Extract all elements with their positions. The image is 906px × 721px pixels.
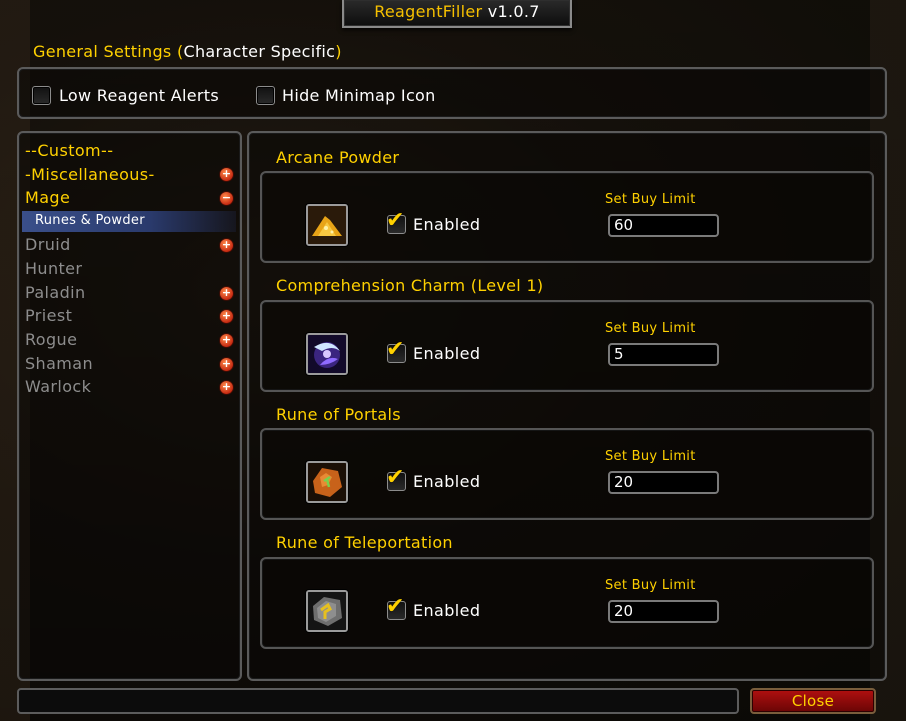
hide-minimap-icon-label: Hide Minimap Icon <box>282 86 436 105</box>
reagent-group-rune-of-teleportation: ✔ Enabled Set Buy Limit 20 <box>260 557 874 649</box>
arcane-powder-enabled-checkbox[interactable]: ✔ <box>386 210 406 234</box>
low-reagent-alerts-checkbox[interactable] <box>32 86 51 105</box>
reagent-title-arcane-powder: Arcane Powder <box>276 148 400 167</box>
low-reagent-alerts-label: Low Reagent Alerts <box>59 86 219 105</box>
close-button[interactable]: Close <box>750 688 876 714</box>
tree-item-shaman[interactable]: Shaman <box>25 354 93 373</box>
tree-item-hunter[interactable]: Hunter <box>25 259 82 278</box>
reagent-title-rune-of-portals: Rune of Portals <box>276 405 401 424</box>
rune-of-teleportation-enabled-checkbox[interactable]: ✔ <box>386 596 406 620</box>
status-bar <box>17 688 739 714</box>
checkmark-icon: ✔ <box>386 594 405 619</box>
arcane-powder-limit-label: Set Buy Limit <box>605 192 696 207</box>
tree-item-runes-powder[interactable]: Runes & Powder <box>35 213 145 228</box>
comprehension-charm-limit-label: Set Buy Limit <box>605 321 696 336</box>
reagent-group-rune-of-portals: ✔ Enabled Set Buy Limit 20 <box>260 428 874 520</box>
rune-of-portals-enabled-label: Enabled <box>413 472 481 491</box>
comprehension-charm-limit-input[interactable]: 5 <box>608 343 719 366</box>
tree-item-druid[interactable]: Druid <box>25 235 71 254</box>
rune-of-portals-enabled-checkbox[interactable]: ✔ <box>386 467 406 491</box>
checkmark-icon: ✔ <box>386 337 405 362</box>
tree-item-miscellaneous[interactable]: -Miscellaneous- <box>25 165 155 184</box>
rune-of-portals-icon <box>306 461 348 503</box>
rune-of-teleportation-limit-label: Set Buy Limit <box>605 578 696 593</box>
comprehension-charm-icon <box>306 333 348 375</box>
reagent-group-arcane-powder: ✔ Enabled Set Buy Limit 60 <box>260 171 874 263</box>
comprehension-charm-enabled-checkbox[interactable]: ✔ <box>386 339 406 363</box>
expand-shaman-icon[interactable]: + <box>219 357 234 372</box>
collapse-mage-icon[interactable]: − <box>219 191 234 206</box>
hide-minimap-icon-checkbox[interactable] <box>256 86 275 105</box>
addon-name: ReagentFiller <box>374 2 483 21</box>
expand-priest-icon[interactable]: + <box>219 309 234 324</box>
tree-item-warlock[interactable]: Warlock <box>25 377 91 396</box>
expand-warlock-icon[interactable]: + <box>219 380 234 395</box>
rune-of-teleportation-enabled-label: Enabled <box>413 601 481 620</box>
window-title[interactable]: ReagentFiller v1.0.7 <box>342 0 572 28</box>
reagent-title-rune-of-teleportation: Rune of Teleportation <box>276 533 453 552</box>
checkmark-icon: ✔ <box>386 465 405 490</box>
checkmark-icon: ✔ <box>386 208 405 233</box>
expand-miscellaneous-icon[interactable]: + <box>219 167 234 182</box>
rune-of-teleportation-icon <box>306 590 348 632</box>
general-settings-title: General Settings (Character Specific) <box>33 42 342 61</box>
expand-druid-icon[interactable]: + <box>219 238 234 253</box>
reagent-title-comprehension-charm: Comprehension Charm (Level 1) <box>276 276 544 295</box>
reagent-group-comprehension-charm: ✔ Enabled Set Buy Limit 5 <box>260 300 874 392</box>
addon-version: v1.0.7 <box>487 2 540 21</box>
comprehension-charm-enabled-label: Enabled <box>413 344 481 363</box>
rune-of-teleportation-limit-input[interactable]: 20 <box>608 600 719 623</box>
tree-item-custom[interactable]: --Custom-- <box>25 141 113 160</box>
expand-paladin-icon[interactable]: + <box>219 286 234 301</box>
tree-item-mage[interactable]: Mage <box>25 188 70 207</box>
tree-item-rogue[interactable]: Rogue <box>25 330 77 349</box>
tree-item-priest[interactable]: Priest <box>25 306 72 325</box>
rune-of-portals-limit-label: Set Buy Limit <box>605 449 696 464</box>
arcane-powder-icon <box>306 204 348 246</box>
tree-item-paladin[interactable]: Paladin <box>25 283 86 302</box>
expand-rogue-icon[interactable]: + <box>219 333 234 348</box>
arcane-powder-enabled-label: Enabled <box>413 215 481 234</box>
arcane-powder-limit-input[interactable]: 60 <box>608 214 719 237</box>
rune-of-portals-limit-input[interactable]: 20 <box>608 471 719 494</box>
